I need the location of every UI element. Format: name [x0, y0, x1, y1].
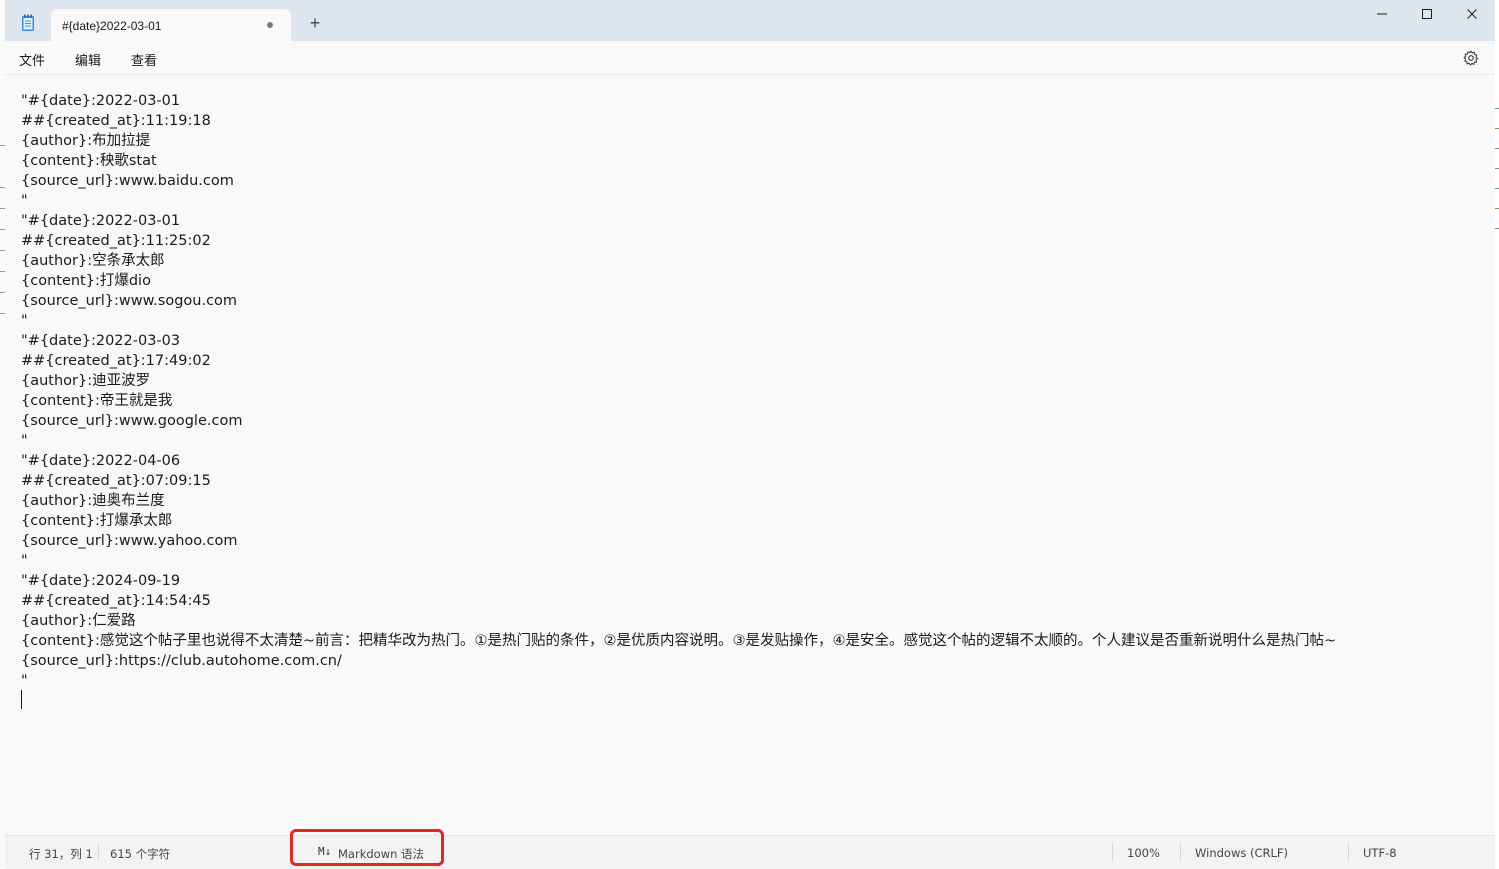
editor-line[interactable]: "	[21, 311, 1336, 331]
editor-line[interactable]: {source_url}:www.baidu.com	[21, 171, 1336, 191]
editor-line[interactable]: "#{date}:2022-04-06	[21, 451, 1336, 471]
notepad-icon	[22, 14, 34, 31]
editor-line[interactable]: ##{created_at}:14:54:45	[21, 591, 1336, 611]
editor-line[interactable]: "	[21, 671, 1336, 691]
editor-line[interactable]: {source_url}:https://club.autohome.com.c…	[21, 651, 1336, 671]
title-bar: #{date}2022-03-01 +	[5, 0, 1495, 41]
editor-line[interactable]: {author}:迪奥布兰度	[21, 491, 1336, 511]
editor-line[interactable]: ##{created_at}:11:25:02	[21, 231, 1336, 251]
status-divider	[98, 844, 99, 861]
character-count: 615 个字符	[110, 847, 171, 861]
editor-line[interactable]: {content}:帝王就是我	[21, 391, 1336, 411]
cursor-position: 行 31，列 1	[29, 847, 93, 861]
maximize-icon	[1422, 9, 1432, 19]
menu-file[interactable]: 文件	[19, 50, 45, 69]
editor-line[interactable]: {content}:打爆承太郎	[21, 511, 1336, 531]
close-icon	[1467, 9, 1477, 19]
minimize-icon	[1377, 13, 1387, 15]
editor-line[interactable]: {author}:迪亚波罗	[21, 371, 1336, 391]
editor-line[interactable]: "#{date}:2022-03-03	[21, 331, 1336, 351]
line-ending[interactable]: Windows (CRLF)	[1195, 846, 1288, 860]
editor-line[interactable]: "	[21, 551, 1336, 571]
editor-line[interactable]: {content}:打爆dio	[21, 271, 1336, 291]
zoom-level[interactable]: 100%	[1127, 846, 1160, 860]
menu-bar: 文件 编辑 查看	[5, 41, 1495, 75]
editor-line[interactable]: "	[21, 431, 1336, 451]
tab-title: #{date}2022-03-01	[62, 19, 162, 33]
menu-edit[interactable]: 编辑	[75, 50, 101, 69]
editor-text[interactable]: "#{date}:2022-03-01 ##{created_at}:11:19:…	[21, 91, 1336, 691]
close-button[interactable]	[1449, 0, 1495, 30]
minimize-button[interactable]	[1359, 0, 1405, 30]
notepad-window: #{date}2022-03-01 + 文件 编辑 查看 "#{date}:20…	[5, 0, 1495, 869]
maximize-button[interactable]	[1404, 0, 1450, 30]
markdown-icon: M↓	[318, 845, 332, 858]
text-caret	[21, 690, 22, 709]
editor-line[interactable]: "#{date}:2022-03-01	[21, 211, 1336, 231]
menu-view[interactable]: 查看	[131, 50, 157, 69]
editor-line[interactable]: {source_url}:www.sogou.com	[21, 291, 1336, 311]
gear-icon[interactable]	[1463, 50, 1479, 66]
editor-line[interactable]: {source_url}:www.google.com	[21, 411, 1336, 431]
editor-line[interactable]: {content}:秧歌stat	[21, 151, 1336, 171]
status-divider	[1348, 844, 1349, 861]
editor-line[interactable]: "#{date}:2022-03-01	[21, 91, 1336, 111]
editor-line[interactable]: {source_url}:www.yahoo.com	[21, 531, 1336, 551]
text-editor[interactable]: "#{date}:2022-03-01 ##{created_at}:11:19:…	[5, 75, 1495, 835]
unsaved-dot-icon[interactable]	[267, 22, 273, 28]
editor-line[interactable]: {author}:仁爱路	[21, 611, 1336, 631]
tab-document[interactable]: #{date}2022-03-01	[51, 9, 291, 41]
editor-line[interactable]: "	[21, 191, 1336, 211]
status-bar: 行 31，列 1 615 个字符 M↓ Markdown 语法 100% Win…	[5, 829, 1495, 869]
editor-line[interactable]: "#{date}:2024-09-19	[21, 571, 1336, 591]
status-divider	[1112, 844, 1113, 861]
editor-line[interactable]: ##{created_at}:17:49:02	[21, 351, 1336, 371]
editor-line[interactable]: {author}:布加拉提	[21, 131, 1336, 151]
markdown-mode-button[interactable]: Markdown 语法	[338, 846, 424, 862]
editor-line[interactable]: {author}:空条承太郎	[21, 251, 1336, 271]
editor-line[interactable]: {content}:感觉这个帖子里也说得不太清楚~前言：把精华改为热门。①是热门…	[21, 631, 1336, 651]
new-tab-button[interactable]: +	[305, 13, 325, 33]
editor-line[interactable]: ##{created_at}:11:19:18	[21, 111, 1336, 131]
editor-line[interactable]: ##{created_at}:07:09:15	[21, 471, 1336, 491]
status-divider	[1180, 844, 1181, 861]
encoding[interactable]: UTF-8	[1363, 846, 1397, 860]
